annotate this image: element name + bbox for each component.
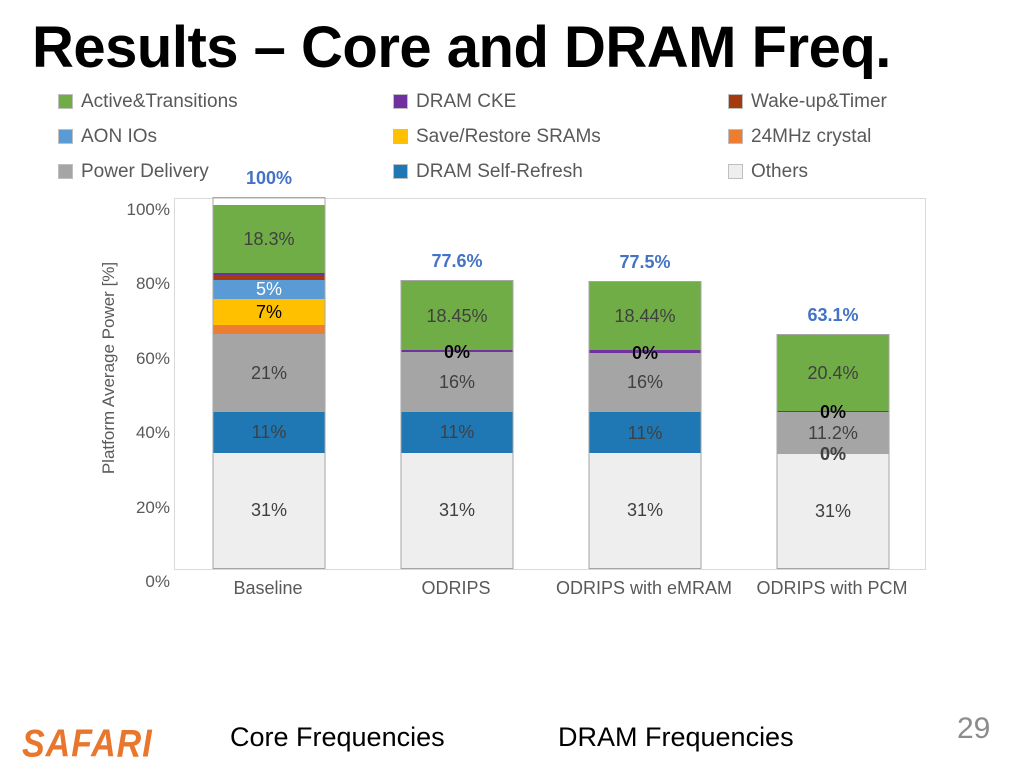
y-axis-tick-label: 80% — [135, 274, 170, 294]
bar-segment-label: 16% — [438, 372, 476, 393]
legend-label: Active&Transitions — [81, 90, 238, 112]
x-axis-labels: Baseline ODRIPS ODRIPS with eMRAM ODRIPS wi… — [174, 576, 926, 646]
legend-swatch-icon — [393, 129, 408, 144]
bar-segment-label: 11% — [627, 422, 663, 443]
bar-segment: 11% — [213, 411, 325, 453]
bar-segment-label: 18.45% — [426, 305, 488, 326]
stacked-bar[interactable]: 31% 11% 16% 0% 0% 18.44% — [588, 280, 702, 569]
bar-segment-label: 31% — [626, 500, 664, 521]
bar-segment: 11% — [589, 412, 701, 453]
bar-segment-label: 18.3% — [243, 228, 295, 249]
stacked-bar[interactable]: 31% 11% 16% 0% 0% 18.45% — [400, 280, 514, 569]
bar-segment: 31% — [213, 452, 325, 568]
legend-label: Save/Restore SRAMs — [416, 125, 601, 147]
bar-segment-label: 16% — [626, 372, 664, 393]
bar-segment-label: 5% — [255, 279, 282, 300]
bar-segment-label: 31% — [438, 500, 476, 521]
legend-swatch-icon — [728, 129, 743, 144]
caption-core-frequencies: Core Frequencies — [230, 722, 445, 752]
legend-swatch-icon — [58, 164, 73, 179]
x-axis-category-label: ODRIPS with eMRAM — [555, 578, 733, 598]
bar-total-label: 100% — [245, 168, 293, 188]
bar-segment-label: 7% — [255, 301, 282, 322]
chart-legend: Active&Transitions DRAM CKE Wake-up&Timer A… — [58, 84, 958, 189]
bar-segment-label: 0% — [819, 443, 847, 464]
bar-segment — [213, 324, 325, 334]
safari-logo: SAFARI — [22, 722, 153, 766]
stacked-bar[interactable]: 31% 11% 21% 7% 5% 18.3% — [212, 197, 326, 569]
y-axis-tick-label: 20% — [135, 497, 170, 517]
legend-label: Wake-up&Timer — [751, 90, 887, 112]
bar-total-label: 77.5% — [619, 251, 671, 272]
legend-swatch-icon — [58, 94, 73, 109]
bar-segment: 18.44% — [589, 281, 701, 351]
legend-item: AON IOs — [58, 126, 393, 148]
bar-segment-label: 18.44% — [614, 305, 676, 326]
bar-segment: 20.4% — [777, 335, 889, 411]
legend-item: Others — [728, 161, 958, 183]
legend-swatch-icon — [393, 164, 408, 179]
bar-slot: 31% 11% 16% 0% 0% 18.45% 77.6% — [363, 199, 551, 569]
slide-canvas: Results – Core and DRAM Freq. Active&Tra… — [0, 0, 1024, 768]
legend-label: 24MHz crystal — [751, 125, 872, 147]
bar-segment: 18.45% — [401, 281, 513, 350]
bar-total-label: 63.1% — [807, 305, 859, 326]
x-axis-category-label: ODRIPS with PCM — [756, 578, 908, 598]
legend-label: AON IOs — [81, 125, 158, 147]
legend-item: Save/Restore SRAMs — [393, 126, 728, 148]
legend-item: DRAM Self-Refresh — [393, 161, 728, 183]
legend-item: Wake-up&Timer — [728, 91, 958, 113]
legend-label: Power Delivery — [81, 160, 209, 182]
bar-segment: 21% — [213, 333, 325, 412]
plot-area: 31% 11% 21% 7% 5% 18.3% 100% 31% 11% 16% 0% 0% 18.45… — [174, 168, 927, 570]
bar-segment: 31% — [777, 453, 889, 568]
legend-label: DRAM CKE — [416, 90, 517, 112]
bar-segment-label: 21% — [250, 362, 288, 383]
y-axis-tick-label: 100% — [126, 200, 170, 219]
legend-swatch-icon — [728, 164, 743, 179]
bar-segment-label: 11% — [251, 422, 287, 443]
bar-segment-label: 31% — [250, 500, 288, 521]
x-axis-category-label: ODRIPS — [421, 578, 491, 598]
stacked-bar[interactable]: 31% 0% 11.2% 0% 0% 20.4% — [776, 334, 890, 569]
y-axis-ticks: 0% 20% 40% 60% 80% 100% — [92, 200, 170, 591]
bar-segment-label: 11.2% — [808, 423, 858, 443]
bar-segment: 5% — [213, 279, 325, 300]
legend-item: Active&Transitions — [58, 91, 393, 113]
bar-segment-label: 0% — [631, 342, 659, 363]
page-title: Results – Core and DRAM Freq. — [32, 15, 891, 80]
caption-dram-frequencies: DRAM Frequencies — [558, 722, 794, 752]
bar-total-label: 77.6% — [431, 251, 483, 272]
bar-slot: 31% 0% 11.2% 0% 0% 20.4% 63.1% — [739, 199, 927, 569]
legend-item: Power Delivery — [58, 161, 393, 183]
y-axis-tick-label: 60% — [135, 348, 170, 368]
legend-label: DRAM Self-Refresh — [416, 160, 583, 182]
page-number: 29 — [957, 712, 991, 745]
legend-item: 24MHz crystal — [728, 126, 958, 148]
y-axis-tick-label: 0% — [145, 572, 170, 591]
y-axis-tick-label: 40% — [135, 423, 170, 443]
bar-segment: 31% — [401, 452, 513, 568]
legend-label: Others — [751, 160, 809, 182]
legend-swatch-icon — [393, 94, 408, 109]
stacked-bar-chart: Platform Average Power [%] 0% 20% 40% 60% 80… — [62, 168, 942, 598]
legend-item: DRAM CKE — [393, 91, 728, 113]
x-axis-category-label: Baseline — [233, 578, 303, 598]
bar-slot: 31% 11% 16% 0% 0% 18.44% 77.5% — [551, 199, 739, 569]
legend-swatch-icon — [58, 129, 73, 144]
bar-segment-label: 31% — [814, 500, 852, 521]
bar-segment-label: 0% — [819, 402, 847, 423]
bar-segment-label: 0% — [443, 342, 471, 363]
bar-segment: 31% — [589, 452, 701, 568]
bar-slot: 31% 11% 21% 7% 5% 18.3% 100% — [175, 168, 363, 569]
bar-segment — [213, 272, 325, 276]
bar-segment: 7% — [213, 298, 325, 325]
bar-segment-label: 11% — [439, 422, 475, 443]
bar-segment-label: 20.4% — [807, 362, 859, 383]
bar-segment: 11% — [401, 411, 513, 453]
bar-segment: 18.3% — [213, 204, 325, 273]
legend-swatch-icon — [728, 94, 743, 109]
